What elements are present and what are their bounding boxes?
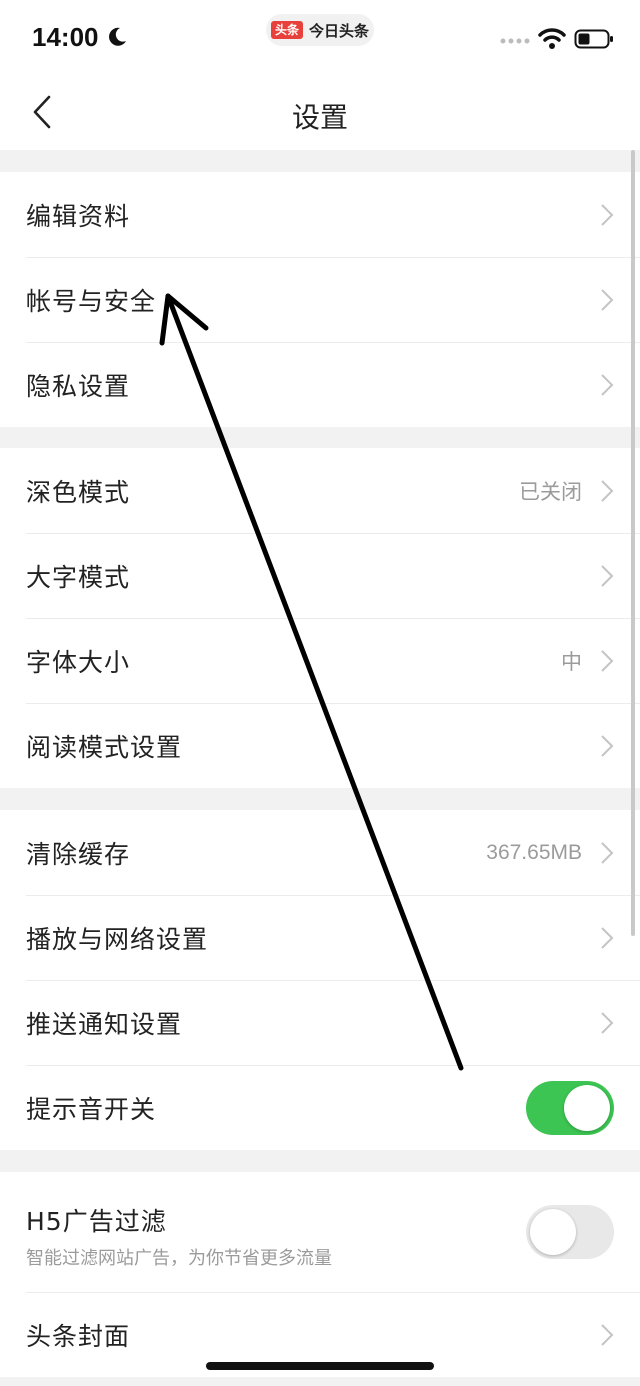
h5-ad-filter-toggle[interactable]	[526, 1205, 614, 1259]
large-text-mode-row[interactable]: 大字模式	[0, 533, 640, 618]
row-value: 已关闭	[519, 480, 582, 504]
row-label: 隐私设置	[26, 371, 131, 401]
row-label: H5广告过滤	[26, 1207, 167, 1236]
edit-profile-row[interactable]: 编辑资料	[0, 172, 640, 257]
toggle-knob	[564, 1084, 610, 1131]
row-label: 播放与网络设置	[26, 924, 209, 954]
sound-toggle-row: 提示音开关	[0, 1065, 640, 1150]
row-label: 编辑资料	[26, 201, 131, 231]
settings-group-content: H5广告过滤 智能过滤网站广告，为你节省更多流量 头条封面	[0, 1172, 640, 1377]
row-label: 头条封面	[26, 1321, 131, 1351]
row-label: 深色模式	[26, 477, 131, 507]
chevron-right-icon	[601, 926, 614, 949]
row-value: 中	[561, 650, 582, 674]
chevron-right-icon	[601, 1011, 614, 1034]
row-label: 提示音开关	[26, 1094, 157, 1124]
row-label: 推送通知设置	[26, 1009, 183, 1039]
row-value: 367.65MB	[486, 840, 582, 864]
chevron-right-icon	[601, 1323, 614, 1346]
chevron-right-icon	[601, 373, 614, 396]
settings-group-account: 编辑资料 帐号与安全 隐私设置	[0, 172, 640, 427]
chevron-right-icon	[601, 734, 614, 757]
h5-ad-filter-row: H5广告过滤 智能过滤网站广告，为你节省更多流量	[0, 1172, 640, 1292]
toggle-knob	[530, 1209, 576, 1255]
app-name: 今日头条	[309, 21, 370, 40]
sound-toggle[interactable]	[526, 1080, 614, 1135]
font-size-row[interactable]: 字体大小 中	[0, 618, 640, 703]
chevron-right-icon	[601, 479, 614, 502]
reading-mode-row[interactable]: 阅读模式设置	[0, 703, 640, 788]
account-security-row[interactable]: 帐号与安全	[0, 257, 640, 342]
chevron-right-icon	[601, 564, 614, 587]
status-time: 14:00	[32, 22, 99, 52]
battery-icon	[574, 29, 613, 49]
chevron-right-icon	[601, 288, 614, 311]
wifi-icon	[538, 28, 566, 49]
privacy-settings-row[interactable]: 隐私设置	[0, 342, 640, 427]
app-indicator[interactable]: 头条 今日头条	[266, 14, 374, 46]
row-sublabel: 智能过滤网站广告，为你节省更多流量	[26, 1248, 332, 1269]
row-label: 字体大小	[26, 647, 131, 677]
row-label: 大字模式	[26, 562, 131, 592]
dark-mode-row[interactable]: 深色模式 已关闭	[0, 448, 640, 533]
row-label: 清除缓存	[26, 839, 131, 869]
chevron-right-icon	[601, 203, 614, 226]
settings-group-display: 深色模式 已关闭 大字模式 字体大小 中 阅读模式设置	[0, 448, 640, 788]
row-label: 阅读模式设置	[26, 732, 183, 762]
clear-cache-row[interactable]: 清除缓存 367.65MB	[0, 810, 640, 895]
moon-icon	[109, 27, 126, 46]
scrollbar[interactable]	[631, 150, 635, 936]
row-label: 帐号与安全	[26, 286, 157, 316]
signal-icon	[500, 38, 530, 44]
chevron-right-icon	[601, 649, 614, 672]
page-title: 设置	[291, 101, 348, 134]
playback-network-row[interactable]: 播放与网络设置	[0, 895, 640, 980]
chevron-right-icon	[601, 841, 614, 864]
status-bar: 14:00 头条 今日头条	[0, 0, 640, 78]
push-notification-row[interactable]: 推送通知设置	[0, 980, 640, 1065]
nav-bar: 设置	[0, 78, 640, 150]
app-logo: 头条	[270, 21, 303, 39]
home-indicator[interactable]	[206, 1362, 434, 1370]
settings-group-general: 清除缓存 367.65MB 播放与网络设置 推送通知设置 提示音开关	[0, 810, 640, 1150]
